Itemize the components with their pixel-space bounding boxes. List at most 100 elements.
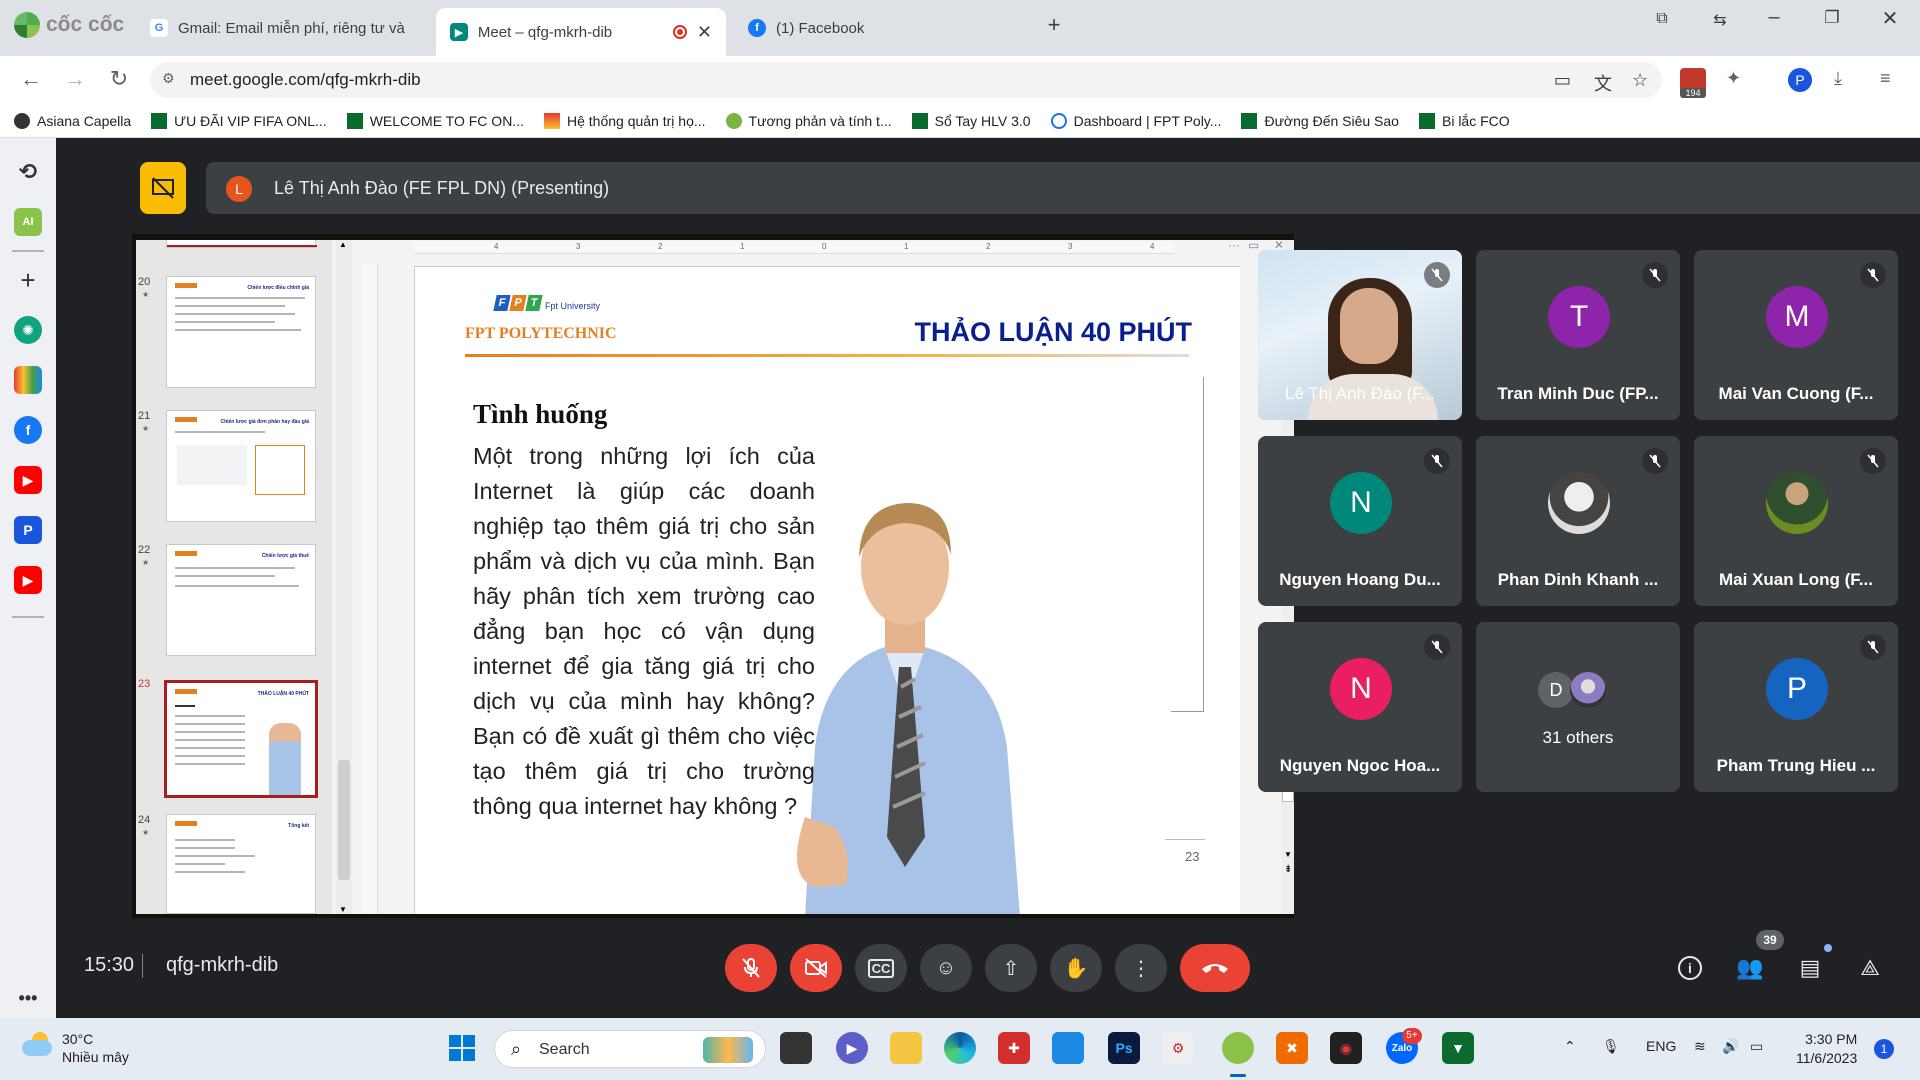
stop-presenting-icon[interactable] bbox=[140, 162, 186, 214]
back-icon[interactable]: ← bbox=[16, 66, 46, 92]
video-chat-icon[interactable]: ▶ bbox=[836, 1032, 868, 1064]
scroll-thumb[interactable] bbox=[338, 760, 350, 880]
bookmark-item[interactable]: Tương phản và tính t... bbox=[725, 112, 892, 129]
bookmark-item[interactable]: Hệ thống quản trị họ... bbox=[543, 112, 706, 129]
system-clock[interactable]: 3:30 PM 11/6/2023 bbox=[1796, 1030, 1857, 1068]
cloud-icon[interactable] bbox=[14, 366, 42, 394]
slide-thumbnail-selected[interactable]: THẢO LUẬN 40 PHÚT bbox=[164, 680, 318, 798]
tab-facebook[interactable]: f (1) Facebook bbox=[734, 8, 1024, 48]
maximize-icon[interactable]: ❐ bbox=[1812, 8, 1852, 28]
site-info-icon[interactable]: ⚙ bbox=[162, 70, 182, 90]
shared-screen[interactable]: 20 ★ Chiến lược điều chỉnh giá 21 ★ Chiế… bbox=[132, 234, 1294, 918]
participant-tile[interactable]: Mai Xuan Long (F... bbox=[1694, 436, 1898, 606]
battery-icon[interactable]: ▭ bbox=[1750, 1038, 1763, 1055]
close-tab-icon[interactable]: ✕ bbox=[697, 22, 712, 43]
bookmark-item[interactable]: ƯU ĐÃI VIP FIFA ONL... bbox=[151, 112, 327, 129]
chevron-up-icon[interactable]: ⌃ bbox=[1564, 1038, 1576, 1055]
camera-off-button[interactable] bbox=[790, 944, 842, 992]
volume-icon[interactable]: 🔊 bbox=[1722, 1038, 1739, 1055]
language-indicator[interactable]: ENG bbox=[1646, 1038, 1676, 1054]
fifa-shield-icon[interactable]: ▼ bbox=[1442, 1032, 1474, 1064]
xampp-icon[interactable]: ✖ bbox=[1276, 1032, 1308, 1064]
slide-thumbnail[interactable]: Chiến lược điều chỉnh giá bbox=[166, 276, 316, 388]
address-bar[interactable]: ⚙ meet.google.com/qfg-mkrh-dib ▭ 文 ☆ bbox=[150, 62, 1662, 98]
history-icon[interactable]: ⟲ bbox=[14, 158, 42, 186]
gift-app-icon[interactable]: ✚ bbox=[998, 1032, 1030, 1064]
bookmark-item[interactable]: Dashboard | FPT Poly... bbox=[1050, 112, 1221, 129]
weather-widget[interactable]: 30°C Nhiều mây bbox=[22, 1030, 129, 1066]
others-tile[interactable]: D 31 others bbox=[1476, 622, 1680, 792]
ai-icon[interactable]: AI bbox=[14, 208, 42, 236]
chatgpt-icon[interactable]: ✺ bbox=[14, 316, 42, 344]
extension-calendar-icon[interactable]: 194 bbox=[1680, 68, 1706, 98]
garena-icon[interactable]: ◉ bbox=[1330, 1032, 1362, 1064]
participant-tile[interactable]: N Nguyen Ngoc Hoa... bbox=[1258, 622, 1462, 792]
bookmark-item[interactable]: Asiana Capella bbox=[14, 112, 131, 129]
windows-start-icon[interactable] bbox=[446, 1032, 478, 1064]
more-options-button[interactable]: ⋮ bbox=[1115, 944, 1167, 992]
raise-hand-button[interactable]: ✋ bbox=[1050, 944, 1102, 992]
present-button[interactable]: ⇧ bbox=[985, 944, 1037, 992]
slide-thumbnail[interactable]: Chiến lược giá đơn phân hay đầu giá bbox=[166, 410, 316, 522]
taskbar-search[interactable]: ⌕ Search bbox=[494, 1030, 766, 1068]
file-explorer-icon[interactable] bbox=[890, 1032, 922, 1064]
minimize-icon[interactable]: – bbox=[1754, 6, 1794, 29]
reactions-button[interactable]: ☺ bbox=[920, 944, 972, 992]
mic-off-button[interactable] bbox=[725, 944, 777, 992]
new-tab-icon[interactable]: + bbox=[1034, 12, 1074, 38]
scroll-down-icon[interactable]: ▼ bbox=[1284, 850, 1292, 859]
translate-icon[interactable]: 文 bbox=[1594, 70, 1612, 96]
people-button[interactable]: 👥 bbox=[1732, 950, 1768, 986]
tab-meet[interactable]: ▶ Meet – qfg-mkrh-dib ✕ bbox=[436, 8, 726, 56]
thumbnail-scrollbar[interactable]: ▲ ▼ bbox=[336, 240, 352, 914]
scroll-up-icon[interactable]: ▲ bbox=[339, 240, 347, 249]
bookmark-item[interactable]: WELCOME TO FC ON... bbox=[346, 112, 524, 129]
profile-avatar[interactable]: P bbox=[1788, 68, 1812, 92]
download-icon[interactable]: ⤓ bbox=[1834, 68, 1842, 89]
coccoc-taskbar-icon[interactable] bbox=[1222, 1032, 1254, 1064]
camera-icon[interactable]: ▭ bbox=[1554, 70, 1571, 91]
more-icon[interactable]: ••• bbox=[14, 984, 42, 1012]
bookmark-star-icon[interactable]: ☆ bbox=[1632, 70, 1648, 91]
leave-call-button[interactable] bbox=[1180, 944, 1250, 992]
participant-tile[interactable]: N Nguyen Hoang Du... bbox=[1258, 436, 1462, 606]
next-slide-icon[interactable]: ⇟ bbox=[1284, 864, 1292, 875]
tools-app-icon[interactable]: ⚙ bbox=[1162, 1032, 1194, 1064]
microphone-icon[interactable]: 🎙 bbox=[1602, 1038, 1620, 1055]
scroll-down-icon[interactable]: ▼ bbox=[339, 905, 347, 914]
slide-thumbnail[interactable]: Tổng kết bbox=[166, 814, 316, 914]
extensions-puzzle-icon[interactable]: ✦ bbox=[1726, 68, 1741, 89]
youtube-icon[interactable]: ▶ bbox=[14, 466, 42, 494]
notification-badge[interactable]: 1 bbox=[1874, 1039, 1894, 1059]
browser-brand[interactable]: cốc cốc bbox=[14, 12, 124, 38]
captions-button[interactable]: CC bbox=[855, 944, 907, 992]
participant-tile[interactable]: P Pham Trung Hieu ... bbox=[1694, 622, 1898, 792]
add-icon[interactable]: + bbox=[14, 265, 42, 295]
tab-gmail[interactable]: G Gmail: Email miễn phí, riêng tư và bả bbox=[136, 8, 426, 48]
more-icon[interactable]: ··· bbox=[1228, 238, 1240, 252]
bookmark-item[interactable]: Bi lắc FCO bbox=[1418, 112, 1510, 129]
participant-tile[interactable]: M Mai Van Cuong (F... bbox=[1694, 250, 1898, 420]
chat-button[interactable]: ▤ bbox=[1792, 950, 1828, 986]
photoshop-icon[interactable]: Ps bbox=[1108, 1032, 1140, 1064]
screenshot-icon[interactable]: ⧉ bbox=[1642, 10, 1682, 28]
slide-thumbnail[interactable]: Chiến lược giá thuê bbox=[166, 544, 316, 656]
bookmark-item[interactable]: Đường Đến Siêu Sao bbox=[1241, 112, 1399, 129]
meeting-details-button[interactable]: i bbox=[1672, 950, 1708, 986]
menu-icon[interactable]: ≡ bbox=[1880, 68, 1891, 89]
microsoft-store-icon[interactable] bbox=[1052, 1032, 1084, 1064]
task-view-icon[interactable] bbox=[780, 1032, 812, 1064]
forward-icon[interactable]: → bbox=[60, 66, 90, 92]
participant-tile[interactable]: T Tran Minh Duc (FP... bbox=[1476, 250, 1680, 420]
edge-icon[interactable] bbox=[944, 1032, 976, 1064]
close-window-icon[interactable]: ✕ bbox=[1870, 6, 1910, 31]
activities-button[interactable]: ⟁ bbox=[1852, 950, 1888, 986]
participant-tile[interactable]: Phan Dinh Khanh ... bbox=[1476, 436, 1680, 606]
youtube-icon[interactable]: ▶ bbox=[14, 566, 42, 594]
bookmark-item[interactable]: Sổ Tay HLV 3.0 bbox=[911, 112, 1031, 129]
reload-icon[interactable]: ↻ bbox=[104, 66, 134, 92]
p-app-icon[interactable]: P bbox=[14, 516, 42, 544]
messenger-icon[interactable]: f bbox=[14, 416, 42, 444]
wifi-icon[interactable]: ≋ bbox=[1694, 1038, 1706, 1055]
tab-search-icon[interactable]: ⇆ bbox=[1700, 10, 1740, 30]
